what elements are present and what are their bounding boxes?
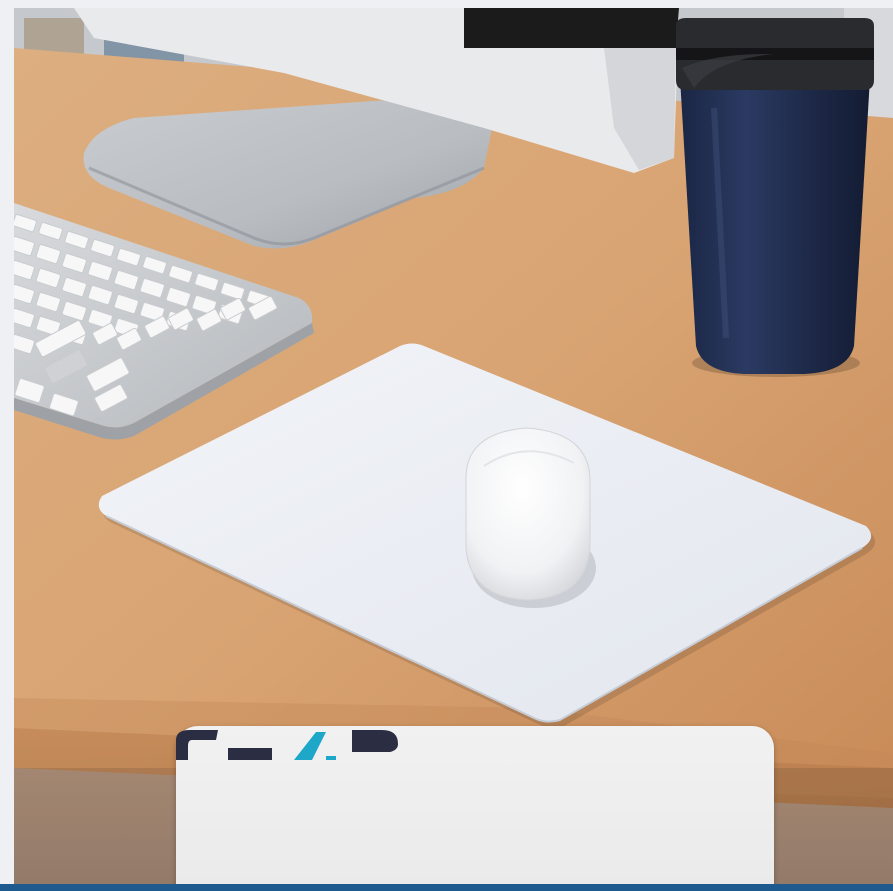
mouse xyxy=(465,427,596,608)
tumbler xyxy=(676,18,874,377)
product-info-card xyxy=(176,726,774,884)
bottom-accent-bar xyxy=(0,884,893,891)
brand-logo-icon xyxy=(176,730,398,760)
left-border xyxy=(0,0,14,891)
top-border xyxy=(0,0,893,8)
product-photo xyxy=(14,8,893,884)
